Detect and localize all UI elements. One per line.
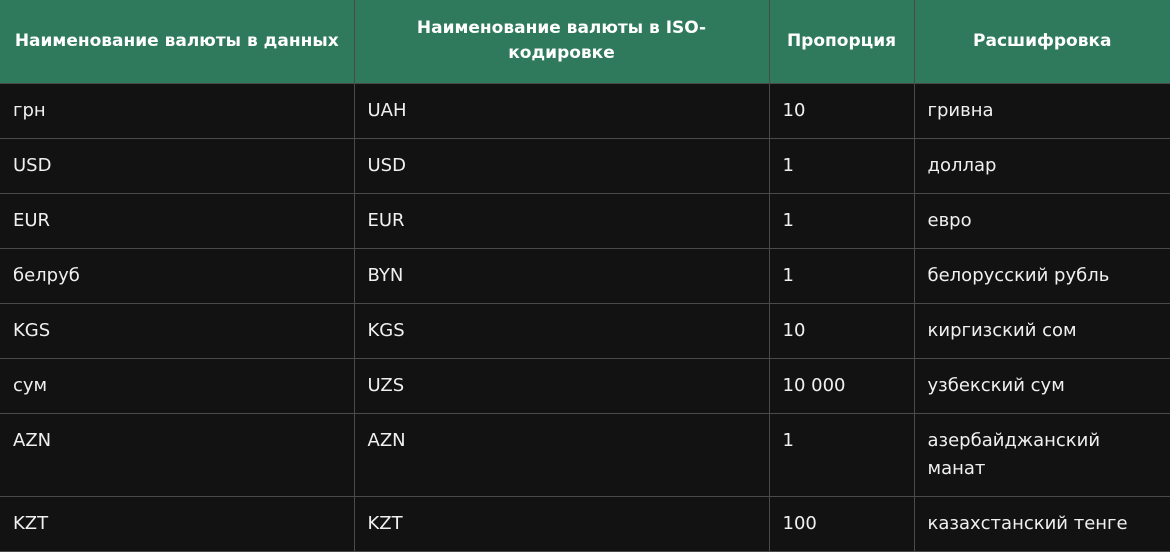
table-body: грн UAH 10 гривна USD USD 1 доллар EUR E… <box>0 83 1170 552</box>
cell-data-name: сум <box>0 358 355 414</box>
cell-description: белорусский рубль <box>914 248 1170 304</box>
table-row: грн UAH 10 гривна <box>0 83 1170 139</box>
cell-data-name: белруб <box>0 248 355 304</box>
cell-description: евро <box>914 193 1170 249</box>
table-row: KZT KZT 100 казахстанский тенге <box>0 496 1170 552</box>
cell-iso-name: UAH <box>354 83 770 139</box>
cell-iso-name: UZS <box>354 358 770 414</box>
cell-iso-name: EUR <box>354 193 770 249</box>
cell-data-name: EUR <box>0 193 355 249</box>
table-row: белруб BYN 1 белорусский рубль <box>0 248 1170 304</box>
cell-description: узбекский сум <box>914 358 1170 414</box>
table-row: EUR EUR 1 евро <box>0 193 1170 249</box>
cell-description: киргизский сом <box>914 303 1170 359</box>
cell-description: азербайджанский манат <box>914 413 1170 497</box>
header-row: Наименование валюты в данных Наименовани… <box>0 0 1170 84</box>
table-row: USD USD 1 доллар <box>0 138 1170 194</box>
header-data-name: Наименование валюты в данных <box>0 0 355 84</box>
cell-iso-name: BYN <box>354 248 770 304</box>
cell-data-name: KGS <box>0 303 355 359</box>
cell-proportion: 1 <box>769 138 915 194</box>
table-row: AZN AZN 1 азербайджанский манат <box>0 413 1170 497</box>
currency-table: Наименование валюты в данных Наименовани… <box>0 0 1170 552</box>
cell-iso-name: KZT <box>354 496 770 552</box>
cell-data-name: AZN <box>0 413 355 497</box>
cell-description: гривна <box>914 83 1170 139</box>
cell-proportion: 1 <box>769 413 915 497</box>
cell-proportion: 100 <box>769 496 915 552</box>
cell-data-name: KZT <box>0 496 355 552</box>
cell-iso-name: AZN <box>354 413 770 497</box>
cell-proportion: 10 <box>769 83 915 139</box>
cell-data-name: USD <box>0 138 355 194</box>
cell-description: доллар <box>914 138 1170 194</box>
table-header: Наименование валюты в данных Наименовани… <box>0 0 1170 84</box>
header-description: Расшифровка <box>914 0 1170 84</box>
header-proportion: Пропорция <box>769 0 915 84</box>
cell-data-name: грн <box>0 83 355 139</box>
table-row: сум UZS 10 000 узбекский сум <box>0 358 1170 414</box>
table-row: KGS KGS 10 киргизский сом <box>0 303 1170 359</box>
cell-iso-name: USD <box>354 138 770 194</box>
cell-iso-name: KGS <box>354 303 770 359</box>
cell-proportion: 10 000 <box>769 358 915 414</box>
header-iso-name: Наименование валюты в ISO-кодировке <box>354 0 770 84</box>
cell-proportion: 1 <box>769 248 915 304</box>
cell-proportion: 10 <box>769 303 915 359</box>
cell-proportion: 1 <box>769 193 915 249</box>
cell-description: казахстанский тенге <box>914 496 1170 552</box>
